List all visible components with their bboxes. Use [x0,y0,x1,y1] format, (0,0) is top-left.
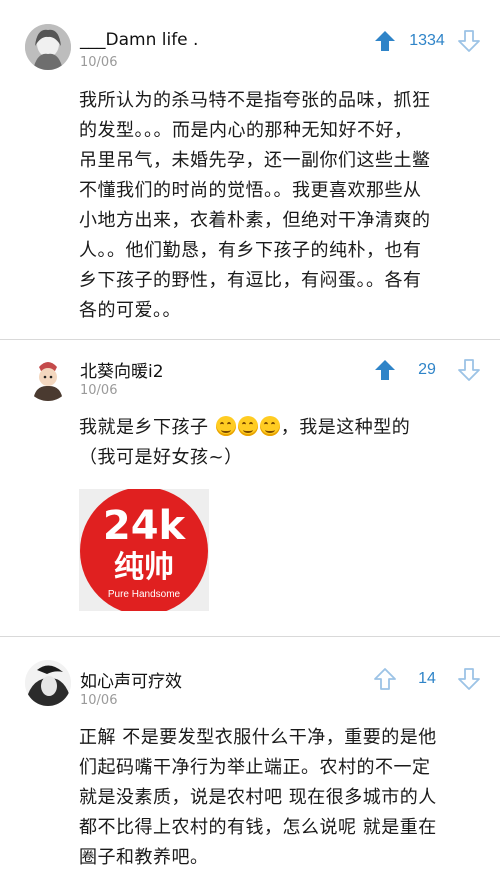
text-line: 小地方出来，衣着朴素，但绝对干净清爽的 [79,210,431,231]
text-line: 正解 不是要发型衣服什么干净，重要的是他 [79,727,437,748]
text-line: 都不比得上农村的有钱，怎么说呢 就是重在 [79,817,437,838]
username[interactable]: ___Damn life . [80,30,198,50]
comment-text: 正解 不是要发型衣服什么干净，重要的是他 们起码嘴干净行为举止端正。农村的不一定… [79,723,470,873]
avatar-image [25,24,71,70]
avatar-image [25,355,71,401]
text-line: 们起码嘴干净行为举止端正。农村的不一定 [79,757,431,778]
smiley-emoji-icon [237,416,258,436]
vote-count: 29 [418,361,436,378]
text-line: 我所认为的杀马特不是指夸张的品味，抓狂 [79,90,431,111]
attached-image[interactable]: 24k 纯帅 Pure Handsome [79,489,209,611]
text-line: 吊里吊气，未婚先孕，还一副你们这些土鳖 [79,150,431,171]
comment-date: 10/06 [80,55,118,70]
upvote-arrow-icon[interactable] [372,666,398,692]
pure-handsome-badge-image: 24k 纯帅 Pure Handsome [79,489,209,611]
comment-date: 10/06 [80,383,118,398]
text-line: 不懂我们的时尚的觉悟。。我更喜欢那些从 [79,180,422,201]
comment-item: 北葵向暖i2 10/06 29 我就是乡下孩子 ，我是这种型的 （我可是好女孩~… [0,340,500,637]
text-line: 我就是乡下孩子 ，我是这种型的 [79,413,470,443]
avatar[interactable] [25,355,71,401]
comment-item: ___Damn life . 10/06 1334 我所认为的杀马特不是指夸张的… [0,0,500,340]
text-line: 人。。他们勤恳，有乡下孩子的纯朴，也有 [79,240,422,261]
text-line: （我可是好女孩~） [79,447,243,468]
badge-chinese-text: 纯帅 [114,550,174,585]
upvote-arrow-icon[interactable] [372,28,398,54]
comment-date: 10/06 [80,693,118,708]
username[interactable]: 北葵向暖i2 [80,357,164,382]
username[interactable]: 如心声可疗效 [80,667,182,692]
vote-count: 1334 [409,32,445,49]
avatar-image [25,660,71,706]
vote-controls: 1334 [372,28,482,54]
comment-item: 如心声可疗效 10/06 14 正解 不是要发型衣服什么干净，重要的是他 们起码… [0,637,500,884]
smiley-emoji-icon [215,416,236,436]
downvote-arrow-icon[interactable] [456,666,482,692]
comment-text: 我所认为的杀马特不是指夸张的品味，抓狂 的发型。。。而是内心的那种无知好不好， … [79,86,470,326]
text-line: 就是没素质，说是农村吧 现在很多城市的人 [79,787,437,808]
avatar[interactable] [25,24,71,70]
text-line: 的发型。。。而是内心的那种无知好不好， [79,120,413,141]
badge-sub-text: Pure Handsome [108,589,181,600]
avatar[interactable] [25,660,71,706]
text-line: 乡下孩子的野性，有逗比，有闷蛋。。各有 [79,270,422,291]
text-line: 圈子和教养吧。 [79,847,209,868]
downvote-arrow-icon[interactable] [456,28,482,54]
text-segment: 我就是乡下孩子 [79,417,209,438]
text-segment: ，我是这种型的 [280,417,411,438]
vote-controls: 14 [372,666,482,692]
vote-count: 14 [418,670,436,687]
comment-text: 我就是乡下孩子 ，我是这种型的 （我可是好女孩~） [79,413,470,473]
vote-controls: 29 [372,357,482,383]
badge-big-text: 24k [103,503,187,549]
text-line: 各的可爱。。 [79,300,181,321]
smiley-emoji-icon [259,416,280,436]
upvote-arrow-icon[interactable] [372,357,398,383]
downvote-arrow-icon[interactable] [456,357,482,383]
